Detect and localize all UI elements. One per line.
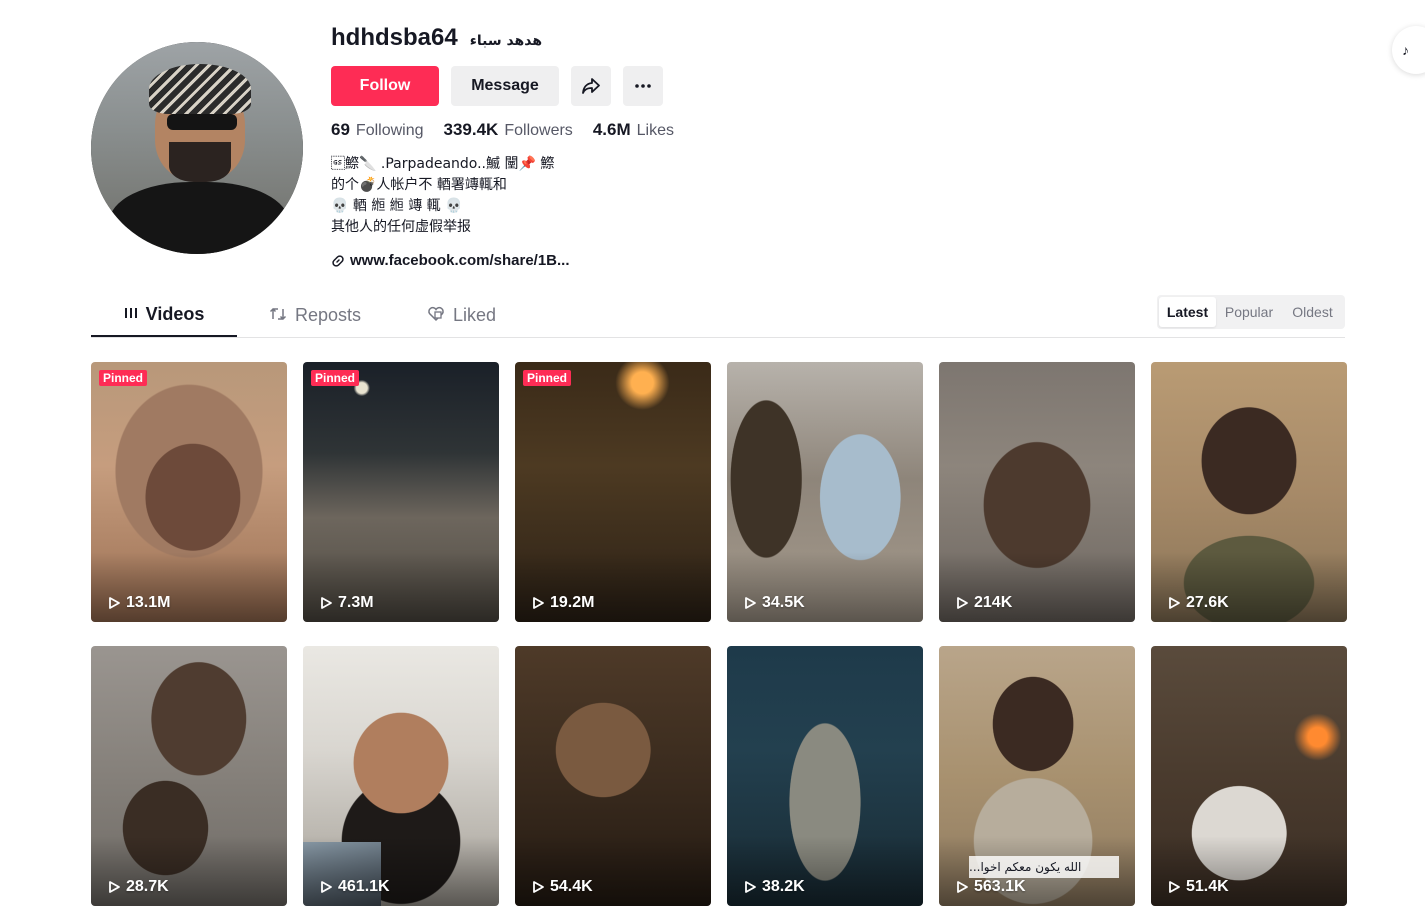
profile-stats: 69 Following 339.4K Followers 4.6M Likes	[331, 118, 751, 142]
stat-following[interactable]: 69 Following	[331, 120, 424, 140]
pinned-badge: Pinned	[523, 370, 572, 386]
view-count-text: 38.2K	[762, 878, 805, 895]
view-count: 51.4K	[1167, 878, 1229, 896]
avatar[interactable]	[91, 42, 303, 254]
tab-label: Liked	[453, 305, 497, 325]
video-grid: Pinned 13.1M Pinned 7.3M Pinned 19.2M 34…	[91, 362, 1347, 906]
sort-toggle: Latest Popular Oldest	[1157, 295, 1345, 329]
pinned-badge: Pinned	[99, 370, 148, 386]
video-card[interactable]: 38.2K	[727, 646, 923, 906]
profile-link-text: www.facebook.com/share/1B...	[350, 252, 570, 269]
view-count: 461.1K	[319, 878, 390, 896]
stat-value: 69	[331, 120, 350, 139]
video-card[interactable]: الله يكون معكم اخوا... 563.1K	[939, 646, 1135, 906]
tab-reposts[interactable]: Reposts	[269, 294, 361, 337]
bio: 鰶🔪 .Parpadeando..鰄 闉📌 鰶 的个💣人帐户不 輏署竱輒和 💀 …	[331, 154, 751, 238]
follow-button[interactable]: Follow	[331, 66, 439, 106]
stat-followers[interactable]: 339.4K Followers	[444, 120, 573, 140]
play-icon	[957, 881, 968, 893]
bio-line: 其他人的任何虚假举报	[331, 219, 471, 235]
bio-line: 💀 輏 縆 縆 竱 輒 💀	[331, 198, 463, 214]
sort-latest[interactable]: Latest	[1159, 297, 1216, 327]
view-count: 38.2K	[743, 878, 805, 896]
play-icon	[533, 597, 544, 609]
view-count: 214K	[955, 594, 1012, 612]
link-icon	[331, 254, 345, 268]
video-card[interactable]: 28.7K	[91, 646, 287, 906]
username: hdhdsba64	[331, 24, 458, 51]
play-icon	[1169, 881, 1180, 893]
share-icon	[582, 78, 600, 94]
view-count: 19.2M	[531, 594, 594, 612]
view-count-text: 461.1K	[338, 878, 390, 895]
profile-info: hdhdsba64 هدهد سباء Follow Message 69 Fo…	[331, 24, 751, 269]
username-row: hdhdsba64 هدهد سباء	[331, 24, 751, 56]
video-card[interactable]: Pinned 19.2M	[515, 362, 711, 622]
view-count-text: 13.1M	[126, 594, 171, 611]
view-count-text: 34.5K	[762, 594, 805, 611]
view-count-text: 19.2M	[550, 594, 595, 611]
view-count: 27.6K	[1167, 594, 1229, 612]
video-caption-overlay: الله يكون معكم اخوا...	[969, 856, 1119, 878]
play-icon	[1169, 597, 1180, 609]
video-card[interactable]: 27.6K	[1151, 362, 1347, 622]
view-count: 563.1K	[955, 878, 1026, 896]
video-card[interactable]: Pinned 7.3M	[303, 362, 499, 622]
view-count: 7.3M	[319, 594, 374, 612]
stat-label: Likes	[636, 122, 674, 139]
play-icon	[109, 881, 120, 893]
share-button[interactable]	[571, 66, 611, 106]
video-card[interactable]: 54.4K	[515, 646, 711, 906]
sort-oldest[interactable]: Oldest	[1282, 297, 1343, 327]
profile-header: hdhdsba64 هدهد سباء Follow Message 69 Fo…	[91, 24, 731, 274]
tiktok-icon: ♪	[1402, 42, 1409, 58]
video-card[interactable]: 51.4K	[1151, 646, 1347, 906]
stat-label: Followers	[504, 122, 573, 139]
play-icon	[533, 881, 544, 893]
stat-likes: 4.6M Likes	[593, 120, 674, 140]
repost-icon	[269, 306, 287, 326]
tab-liked[interactable]: Liked	[427, 294, 496, 337]
grid-icon	[124, 306, 138, 324]
nickname: هدهد سباء	[469, 33, 543, 49]
tab-label: Reposts	[295, 305, 362, 325]
profile-link[interactable]: www.facebook.com/share/1B...	[331, 252, 751, 269]
play-icon	[745, 597, 756, 609]
view-count-text: 28.7K	[126, 878, 169, 895]
view-count: 13.1M	[107, 594, 170, 612]
sort-popular[interactable]: Popular	[1216, 297, 1282, 327]
view-count-text: 51.4K	[1186, 878, 1229, 895]
view-count: 28.7K	[107, 878, 169, 896]
video-card[interactable]: 461.1K	[303, 646, 499, 906]
play-icon	[745, 881, 756, 893]
bio-line: 鰶🔪 .Parpadeando..鰄 闉📌 鰶	[331, 156, 555, 172]
more-button[interactable]	[623, 66, 663, 106]
liked-icon	[427, 306, 445, 326]
bio-line: 的个💣人帐户不 輏署竱輒和	[331, 177, 507, 193]
video-card[interactable]: Pinned 13.1M	[91, 362, 287, 622]
video-card[interactable]: 34.5K	[727, 362, 923, 622]
view-count-text: 563.1K	[974, 878, 1026, 895]
stat-label: Following	[355, 122, 424, 139]
play-icon	[109, 597, 120, 609]
view-count-text: 214K	[974, 594, 1013, 611]
view-count-text: 27.6K	[1186, 594, 1229, 611]
view-count: 34.5K	[743, 594, 805, 612]
tiktok-float-button[interactable]: ♪	[1392, 26, 1425, 74]
profile-actions: Follow Message	[331, 66, 751, 106]
play-icon	[321, 881, 332, 893]
view-count: 54.4K	[531, 878, 593, 896]
view-count-text: 54.4K	[550, 878, 593, 895]
more-icon	[635, 84, 651, 88]
view-count-text: 7.3M	[338, 594, 374, 611]
video-card[interactable]: 214K	[939, 362, 1135, 622]
play-icon	[957, 597, 968, 609]
tab-videos[interactable]: Videos	[91, 294, 237, 337]
stat-value: 4.6M	[592, 120, 631, 139]
message-button[interactable]: Message	[451, 66, 559, 106]
pinned-badge: Pinned	[311, 370, 360, 386]
tab-label: Videos	[145, 304, 205, 324]
stat-value: 339.4K	[443, 120, 499, 139]
play-icon	[321, 597, 332, 609]
